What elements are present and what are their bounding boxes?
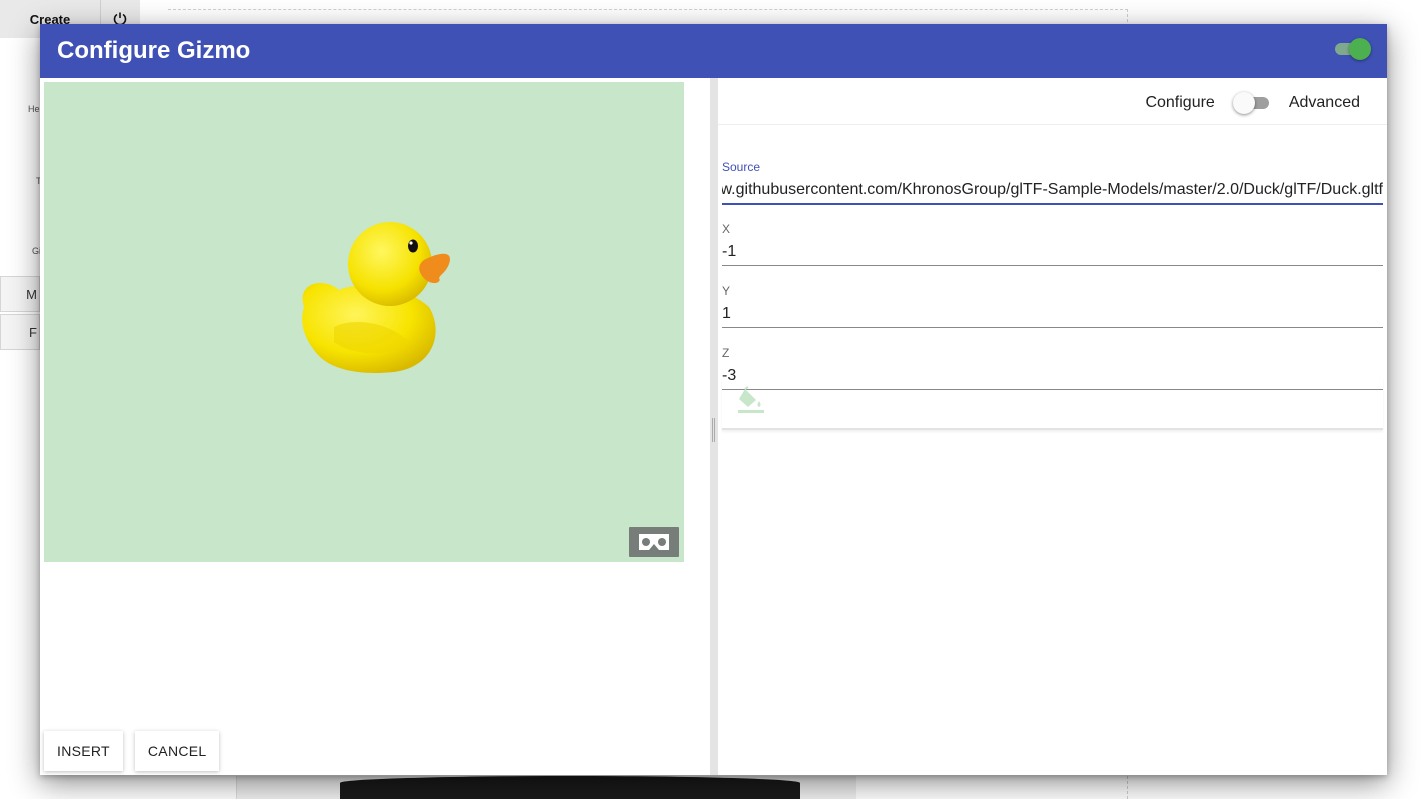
cancel-button[interactable]: CANCEL <box>134 731 220 771</box>
dialog-actions: INSERT CANCEL <box>44 731 220 775</box>
sidebar-item[interactable]: F <box>0 314 40 350</box>
x-label: X <box>722 222 731 236</box>
format-color-fill-icon[interactable] <box>736 386 766 414</box>
source-underline <box>722 203 1383 205</box>
x-field: X -1 <box>722 222 1383 266</box>
y-underline <box>722 327 1383 328</box>
toggle-thumb <box>1349 38 1371 60</box>
canvas-border <box>168 9 1128 11</box>
source-label: Source <box>722 160 761 174</box>
y-label: Y <box>722 284 731 298</box>
z-label: Z <box>722 346 730 360</box>
advanced-mode-toggle[interactable] <box>1232 92 1271 114</box>
advanced-mode-label: Advanced <box>1288 94 1360 111</box>
config-panel: Configure Advanced Source https://raw.gi… <box>718 78 1387 775</box>
x-input[interactable]: -1 <box>722 241 1383 263</box>
model-preview[interactable] <box>44 82 684 562</box>
configure-mode-label: Configure <box>1145 94 1215 111</box>
x-underline <box>722 265 1383 266</box>
sidebar-item[interactable]: M <box>0 276 40 312</box>
y-input[interactable]: 1 <box>722 303 1383 325</box>
background-image <box>340 776 800 799</box>
source-input[interactable]: https://raw.githubusercontent.com/Khrono… <box>722 179 1383 201</box>
splitter-handle[interactable] <box>712 418 715 442</box>
divider <box>718 124 1387 125</box>
dialog-header: Configure Gizmo <box>40 24 1387 78</box>
color-picker-row <box>722 378 1383 430</box>
insert-button[interactable]: INSERT <box>44 731 123 771</box>
dialog-title: Configure Gizmo <box>57 37 251 64</box>
toggle-thumb <box>1232 92 1255 114</box>
mode-switch-row: Configure Advanced <box>1145 92 1360 114</box>
source-value: https://raw.githubusercontent.com/Khrono… <box>722 181 1383 198</box>
y-field: Y 1 <box>722 284 1383 328</box>
vr-headset-icon[interactable] <box>629 527 679 557</box>
duck-model <box>302 222 450 373</box>
configure-gizmo-dialog: Configure Gizmo Configure Advanced Sourc… <box>40 24 1387 775</box>
header-toggle-switch[interactable] <box>1333 38 1371 60</box>
source-field: Source https://raw.githubusercontent.com… <box>722 160 1383 205</box>
sidebar-caption: He <box>28 104 40 114</box>
